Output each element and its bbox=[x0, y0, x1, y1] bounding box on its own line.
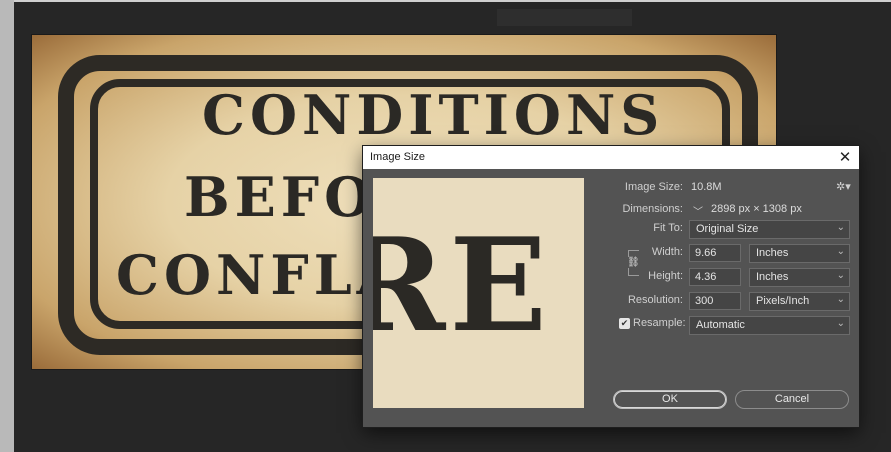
fit-to-label: Fit To: bbox=[653, 222, 683, 234]
sign-line-1: CONDITIONS bbox=[202, 83, 665, 147]
dialog-title: Image Size bbox=[370, 151, 426, 163]
image-size-value: 10.8M bbox=[691, 181, 722, 193]
left-panel-edge bbox=[0, 0, 14, 452]
height-unit-select[interactable]: Inches ⌄ bbox=[749, 268, 850, 287]
resolution-label: Resolution: bbox=[627, 294, 683, 306]
ok-button[interactable]: OK bbox=[613, 390, 727, 409]
image-size-dialog: Image Size ✕ RE Image Size: 10.8M ✲▾ Dim… bbox=[363, 146, 859, 427]
height-label: Height: bbox=[648, 270, 683, 282]
gear-icon[interactable]: ✲▾ bbox=[836, 180, 851, 193]
cancel-button[interactable]: Cancel bbox=[735, 390, 849, 409]
dimensions-label: Dimensions: bbox=[622, 203, 683, 215]
chevron-down-icon: ⌄ bbox=[836, 294, 845, 305]
resolution-unit-value: Pixels/Inch bbox=[756, 295, 810, 307]
image-size-label: Image Size: bbox=[624, 181, 683, 193]
fit-to-select[interactable]: Original Size ⌄ bbox=[689, 220, 850, 239]
resample-label: Resample: bbox=[633, 317, 686, 329]
resample-value: Automatic bbox=[696, 319, 745, 331]
width-label: Width: bbox=[651, 246, 683, 258]
close-icon[interactable]: ✕ bbox=[835, 148, 855, 167]
resample-checkbox[interactable]: ✔ bbox=[619, 318, 630, 329]
width-field[interactable]: 9.66 bbox=[689, 244, 741, 262]
dialog-titlebar[interactable]: Image Size ✕ bbox=[363, 146, 859, 169]
chevron-down-icon: ⌄ bbox=[836, 222, 845, 233]
height-unit-value: Inches bbox=[756, 271, 789, 283]
chevron-down-icon: ⌄ bbox=[836, 246, 845, 257]
chevron-down-icon: ⌄ bbox=[836, 270, 845, 281]
resolution-field[interactable]: 300 bbox=[689, 292, 741, 310]
resample-select[interactable]: Automatic ⌄ bbox=[689, 316, 850, 335]
width-unit-value: Inches bbox=[756, 247, 789, 259]
width-unit-select[interactable]: Inches ⌄ bbox=[749, 244, 850, 263]
resolution-unit-select[interactable]: Pixels/Inch ⌄ bbox=[749, 292, 850, 311]
dimensions-value: 2898 px × 1308 px bbox=[711, 203, 802, 215]
document-tab[interactable] bbox=[497, 9, 632, 26]
preview-text: RE bbox=[373, 211, 551, 361]
height-field[interactable]: 4.36 bbox=[689, 268, 741, 286]
image-preview[interactable]: RE bbox=[373, 178, 584, 408]
chevron-down-icon: ⌄ bbox=[836, 318, 845, 329]
chain-link-icon[interactable]: ⛓ bbox=[627, 257, 640, 268]
chevron-down-icon[interactable]: ﹀ bbox=[693, 203, 703, 218]
fit-to-value: Original Size bbox=[696, 223, 759, 235]
